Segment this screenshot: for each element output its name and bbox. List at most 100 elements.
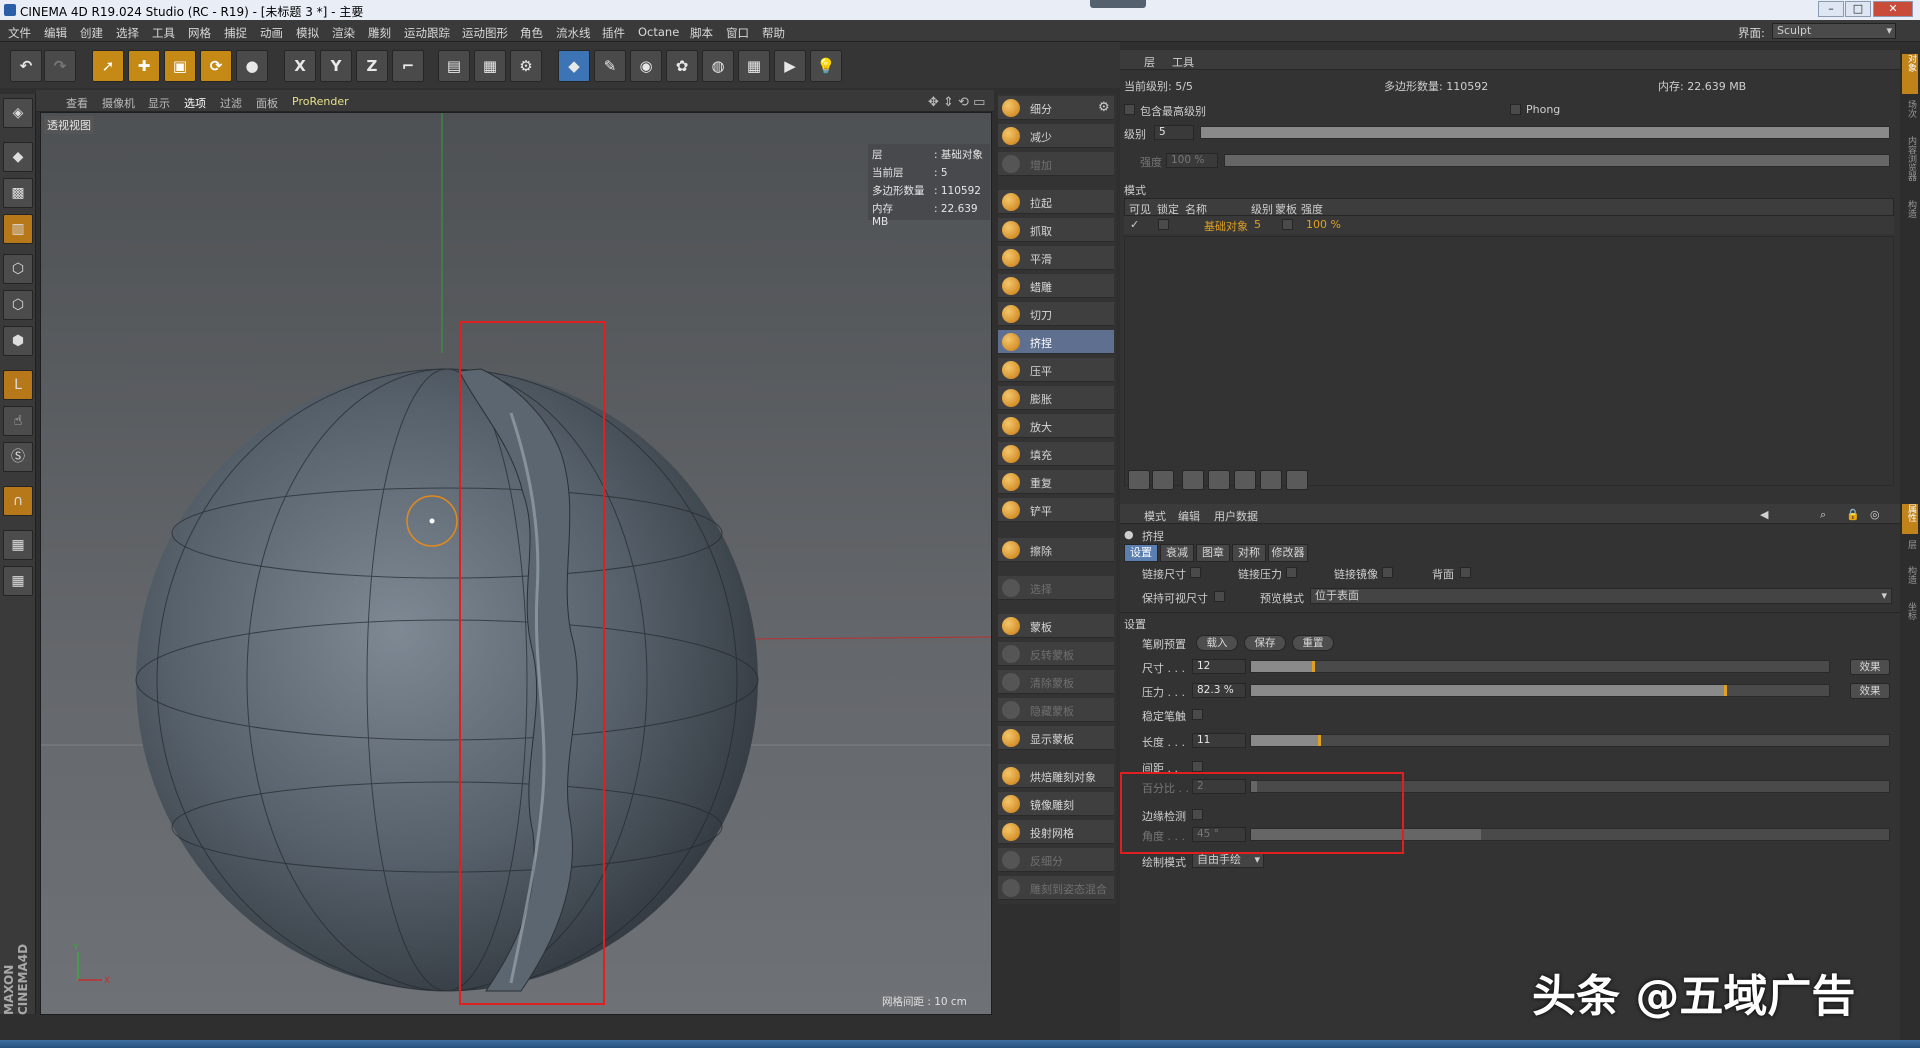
close-button[interactable]: ✕ (1873, 1, 1913, 17)
tool-grab[interactable]: 抓取 (998, 218, 1114, 242)
save-preset-button[interactable]: 保存 (1244, 635, 1286, 651)
tool-pinch[interactable]: 挤捏 (998, 330, 1114, 354)
preview-mode-dropdown[interactable]: 位于表面 ▾ (1310, 588, 1892, 604)
y-axis-button[interactable]: Y (320, 50, 352, 82)
load-preset-button[interactable]: 载入 (1196, 635, 1238, 651)
coordinate-system-icon[interactable]: ⌐ (392, 50, 424, 82)
render-view-icon[interactable]: ▤ (438, 50, 470, 82)
tool-subdivide[interactable]: 细分 (998, 96, 1114, 120)
tool-invert-mask[interactable]: 反转蒙板 (998, 642, 1114, 666)
draw-mode-dropdown[interactable]: 自由手绘 ▾ (1192, 852, 1264, 868)
menu-snap[interactable]: 捕捉 (224, 25, 247, 41)
viewport-menu-filter[interactable]: 过滤 (220, 95, 242, 111)
menu-render[interactable]: 渲染 (332, 25, 355, 41)
menu-animate[interactable]: 动画 (260, 25, 283, 41)
arrow-left-icon[interactable]: ◀ (1760, 508, 1768, 521)
tool-erase[interactable]: 擦除 (998, 538, 1114, 562)
stabilize-checkbox[interactable] (1192, 709, 1203, 720)
make-editable-icon[interactable]: ◈ (3, 98, 33, 128)
copy-layer-icon[interactable] (1234, 470, 1256, 490)
menu-motion-tracking[interactable]: 运动跟踪 (404, 25, 450, 41)
render-picture-viewer-icon[interactable]: ▦ (474, 50, 506, 82)
side-tab-coordinates[interactable]: 坐标 (1902, 602, 1918, 632)
attr-userdata-menu[interactable]: 用户数据 (1214, 508, 1258, 524)
menu-script[interactable]: 脚本 (690, 25, 713, 41)
keep-visible-checkbox[interactable] (1214, 591, 1225, 602)
tool-unsubdivide[interactable]: 反细分 (998, 848, 1114, 872)
solo-icon[interactable]: Ⓢ (3, 442, 33, 472)
deformer-icon[interactable]: ◍ (702, 50, 734, 82)
points-mode-icon[interactable]: ⬡ (3, 254, 33, 284)
menu-tools[interactable]: 工具 (152, 25, 175, 41)
attr-edit-menu[interactable]: 编辑 (1178, 508, 1200, 524)
link-pressure-checkbox[interactable] (1286, 567, 1297, 578)
tool-clear-mask[interactable]: 清除蒙板 (998, 670, 1114, 694)
lock-workplane-icon[interactable]: ▦ (3, 530, 33, 560)
viewport-menu-camera[interactable]: 摄像机 (102, 95, 135, 111)
size-slider-handle[interactable] (1311, 661, 1315, 672)
menu-mograph[interactable]: 运动图形 (462, 25, 508, 41)
lock-icon[interactable]: 🔒 (1846, 508, 1860, 521)
add-folder-icon[interactable] (1152, 470, 1174, 490)
side-tab-layers[interactable]: 层 (1902, 540, 1918, 560)
phong-checkbox[interactable] (1510, 104, 1521, 115)
viewport-menu-view[interactable]: 查看 (66, 95, 88, 111)
merge-layer-icon[interactable] (1208, 470, 1230, 490)
attr-mode-menu[interactable]: 模式 (1144, 508, 1166, 524)
mask-checkbox[interactable] (1282, 219, 1293, 230)
subdivision-surface-icon[interactable]: ◉ (630, 50, 662, 82)
cube-primitive-icon[interactable]: ◆ (558, 50, 590, 82)
reset-preset-button[interactable]: 重置 (1292, 635, 1334, 651)
workplane-icon[interactable]: ▥ (3, 214, 33, 244)
layer-row[interactable]: ✓ 基础对象 5 100 % (1124, 216, 1894, 234)
tab-settings[interactable]: 设置 (1124, 544, 1158, 562)
menu-edit[interactable]: 编辑 (44, 25, 67, 41)
backface-checkbox[interactable] (1460, 567, 1471, 578)
clear-layer-icon[interactable] (1286, 470, 1308, 490)
tool-fill[interactable]: 填充 (998, 442, 1114, 466)
model-mode-icon[interactable]: ◆ (3, 142, 33, 172)
pressure-slider-handle[interactable] (1723, 685, 1727, 696)
axis-mode-icon[interactable]: L (3, 370, 33, 400)
tool-project-mesh[interactable]: 投射网格 (998, 820, 1114, 844)
z-axis-button[interactable]: Z (356, 50, 388, 82)
cloner-icon[interactable]: ✿ (666, 50, 698, 82)
length-slider-handle[interactable] (1318, 735, 1322, 746)
menu-create[interactable]: 创建 (80, 25, 103, 41)
side-tab-attributes[interactable]: 属性 (1902, 504, 1918, 534)
redo-button[interactable]: ↷ (44, 50, 76, 82)
menu-file[interactable]: 文件 (8, 25, 31, 41)
side-tab-structure[interactable]: 构造 (1902, 200, 1918, 230)
tab-modifiers[interactable]: 修改器 (1268, 544, 1308, 562)
tab-stamp[interactable]: 图章 (1196, 544, 1230, 562)
layer-name[interactable]: 基础对象 (1204, 218, 1248, 234)
tool-smooth[interactable]: 平滑 (998, 246, 1114, 270)
camera-icon[interactable]: ▶ (774, 50, 806, 82)
viewport-nav-icons[interactable]: ✥ ⇕ ⟲ ▭ (928, 95, 985, 110)
layout-dropdown[interactable]: Sculpt ▾ (1772, 23, 1896, 39)
size-slider[interactable] (1250, 660, 1830, 673)
layers-tab[interactable]: 层 (1144, 54, 1155, 70)
tool-hide-mask[interactable]: 隐藏蒙板 (998, 698, 1114, 722)
tool-amplify[interactable]: 放大 (998, 414, 1114, 438)
maximize-button[interactable]: □ (1845, 1, 1871, 17)
menu-select[interactable]: 选择 (116, 25, 139, 41)
tool-wax[interactable]: 蜡雕 (998, 274, 1114, 298)
minimize-button[interactable]: – (1818, 1, 1844, 17)
menu-mesh[interactable]: 网格 (188, 25, 211, 41)
lock-checkbox[interactable] (1158, 219, 1169, 230)
sphere-object[interactable] (136, 369, 758, 991)
menu-sculpt[interactable]: 雕刻 (368, 25, 391, 41)
tool-select[interactable]: 选择 (998, 576, 1114, 600)
live-select-icon[interactable]: ➚ (92, 50, 124, 82)
floor-icon[interactable]: ▦ (738, 50, 770, 82)
rotate-icon[interactable]: ⟳ (200, 50, 232, 82)
tool-mirror-sculpt[interactable]: 镜像雕刻 (998, 792, 1114, 816)
side-tab-content-browser[interactable]: 内容浏览器 (1902, 136, 1918, 196)
side-tab-objects[interactable]: 对象 (1902, 54, 1918, 94)
viewport-menu-panel[interactable]: 面板 (256, 95, 278, 111)
strength-field[interactable]: 100 % (1166, 153, 1218, 168)
pen-spline-icon[interactable]: ✎ (594, 50, 626, 82)
viewport-menu-options[interactable]: 选项 (184, 95, 206, 111)
tweak-mode-icon[interactable]: ☝ (3, 406, 33, 436)
